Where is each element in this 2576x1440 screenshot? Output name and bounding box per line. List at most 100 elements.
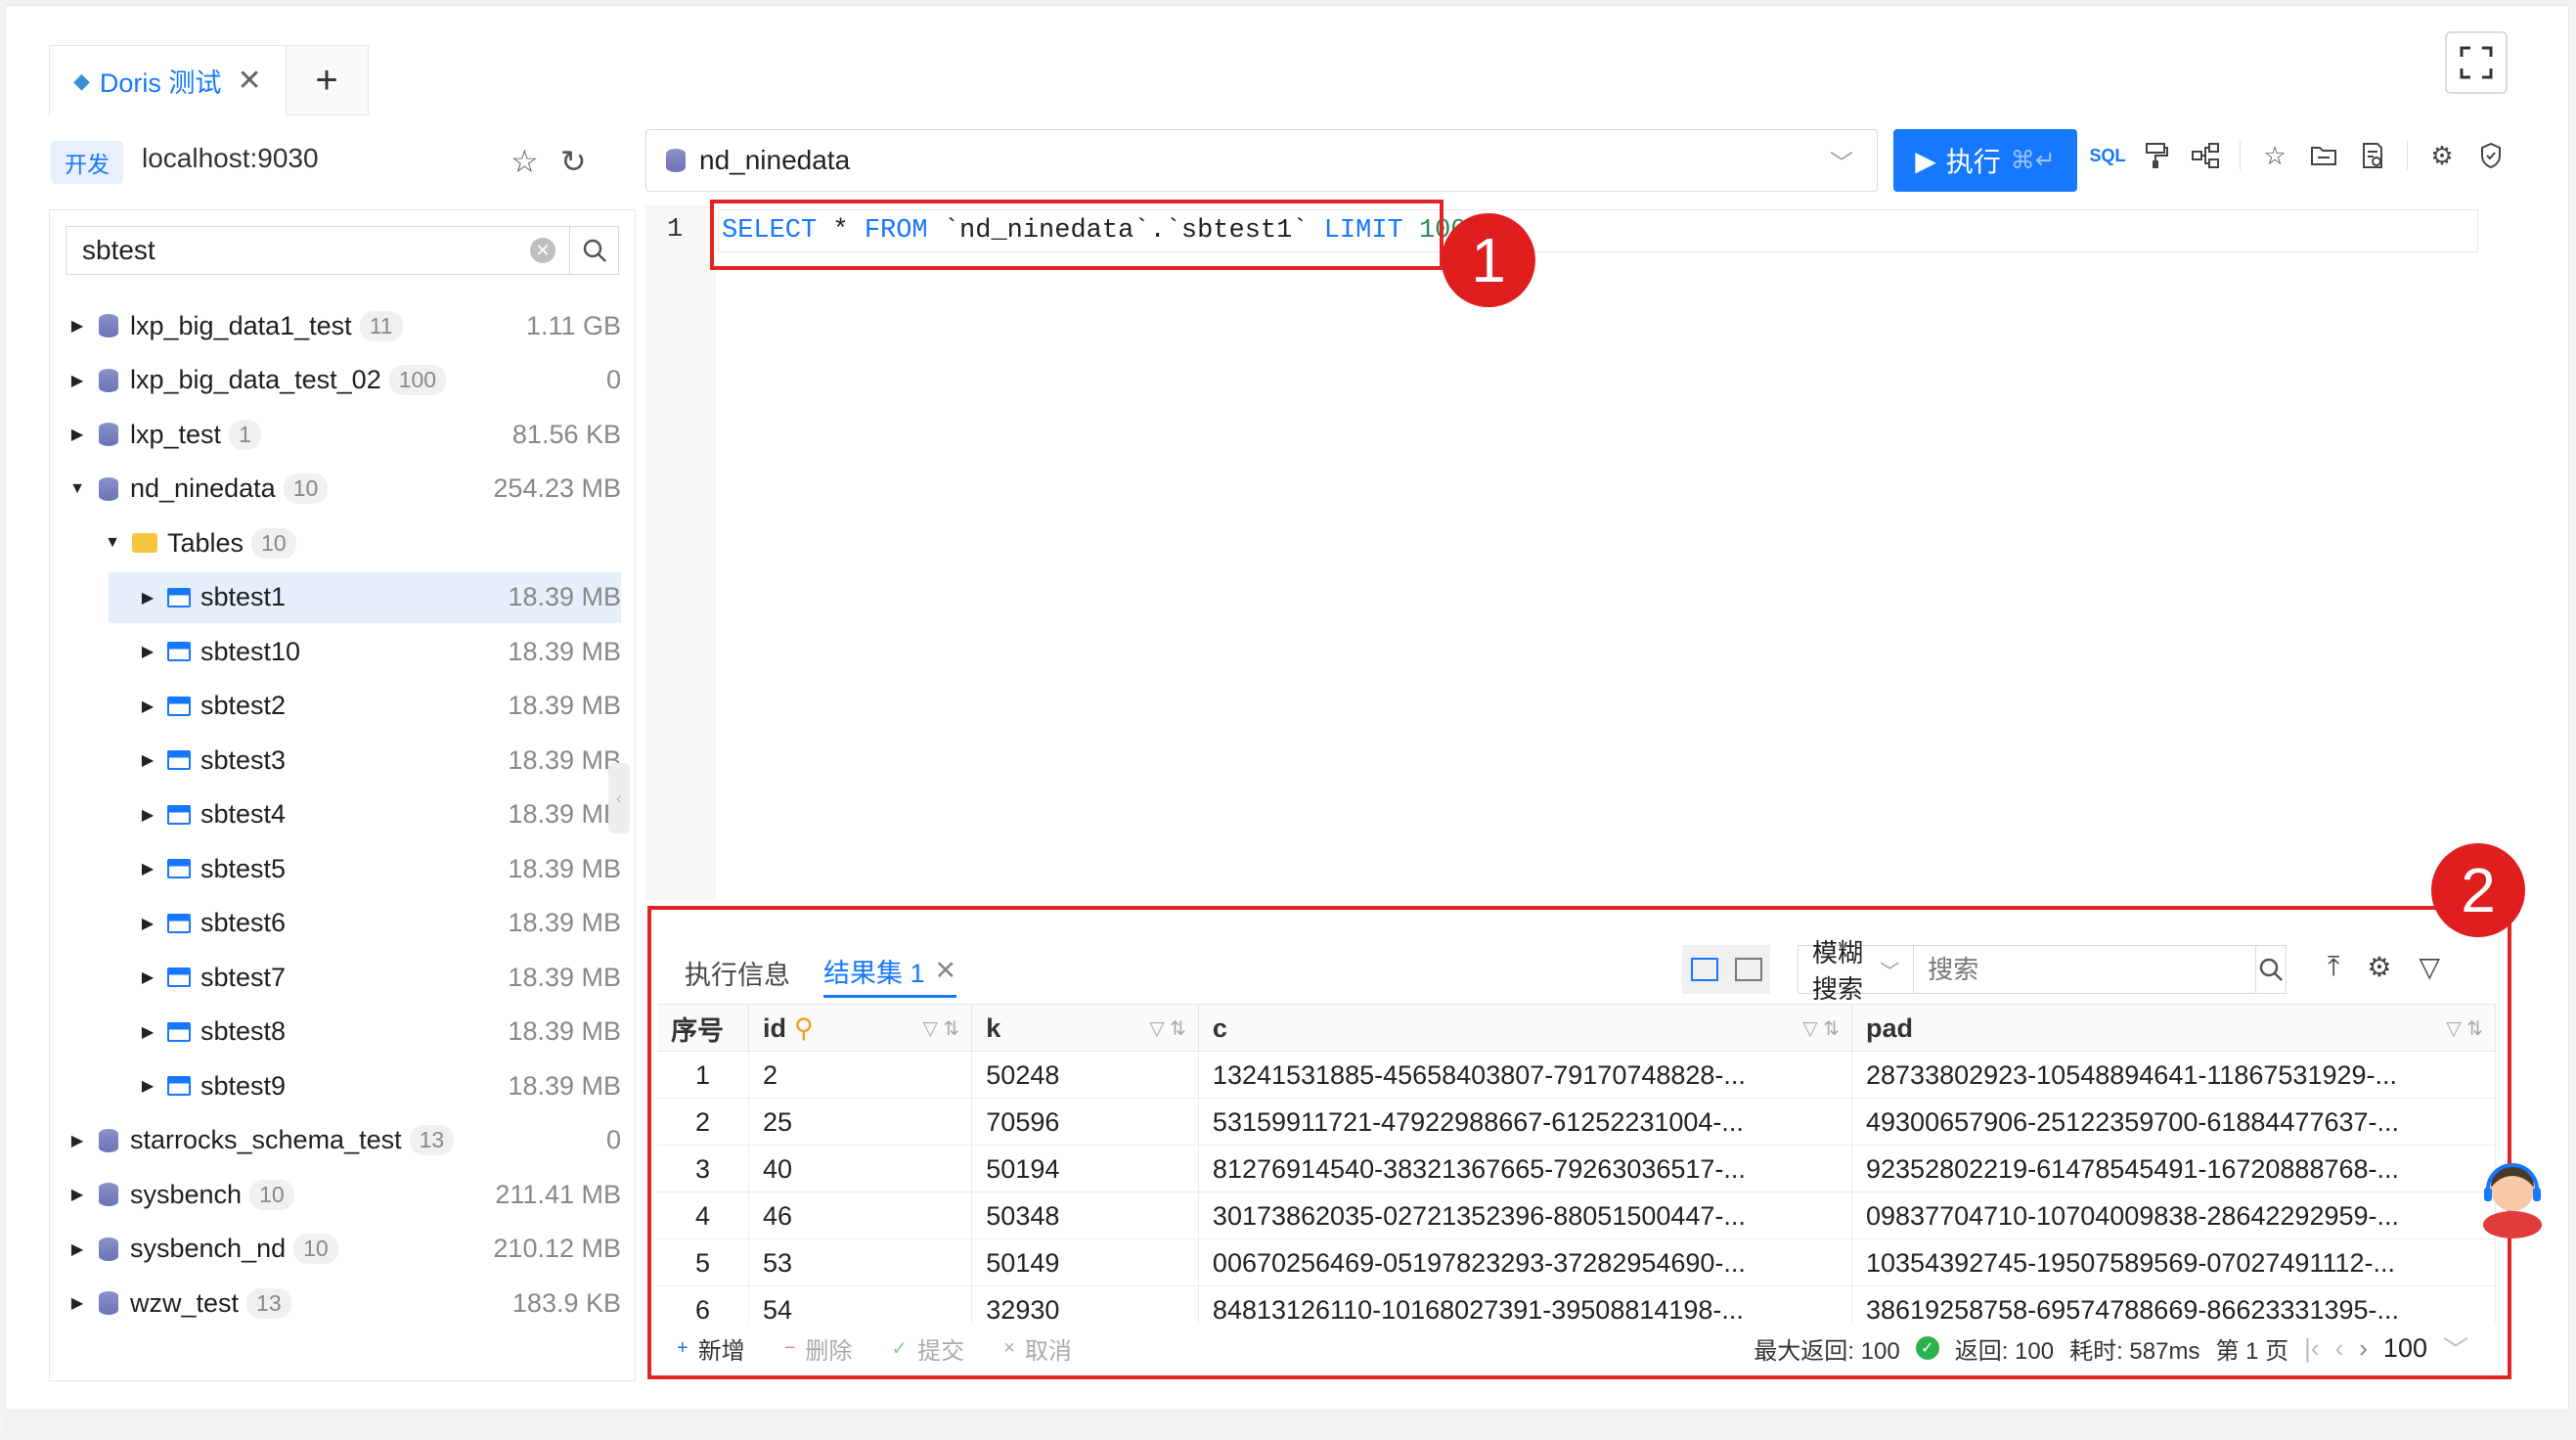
tree-item-lxp-big-data-test-02[interactable]: ▶ lxp_big_data_test_02 100 0	[66, 355, 621, 406]
sql-assist-icon[interactable]: SQL	[2090, 141, 2126, 170]
column-header-index[interactable]: 序号	[657, 1005, 749, 1052]
caret-down-icon[interactable]: ▼	[66, 480, 89, 498]
tree-item-sysbench[interactable]: ▶ sysbench 10 211.41 MB	[66, 1169, 621, 1220]
caret-right-icon[interactable]: ▶	[136, 750, 159, 770]
caret-right-icon[interactable]: ▶	[136, 1022, 159, 1042]
table-cell[interactable]: 50194	[972, 1146, 1199, 1192]
database-select[interactable]: nd_ninedata ﹀	[645, 129, 1878, 192]
tree-item-wzw-test[interactable]: ▶ wzw_test 13 183.9 KB	[66, 1278, 621, 1328]
caret-right-icon[interactable]: ▶	[66, 1185, 89, 1204]
refresh-icon[interactable]: ↻	[560, 143, 587, 180]
export-icon[interactable]: ⤒	[2328, 951, 2339, 983]
table-cell[interactable]: 38619258758-69574788669-86623331395-...	[1852, 1286, 2496, 1323]
caret-right-icon[interactable]: ▶	[66, 371, 89, 390]
table-row[interactable]: 5 53 50149 00670256469-05197823293-37282954…	[657, 1239, 2496, 1286]
first-page-icon[interactable]: |‹	[2304, 1333, 2319, 1364]
table-cell[interactable]: 70596	[972, 1099, 1199, 1146]
settings-gear-icon[interactable]: ⚙	[2367, 951, 2391, 983]
fullscreen-icon[interactable]	[2445, 31, 2508, 94]
tree-item-sbtest8[interactable]: ▶ sbtest8 18.39 MB	[136, 1007, 621, 1058]
caret-right-icon[interactable]: ▶	[66, 425, 89, 444]
table-cell[interactable]: 49300657906-25122359700-61884477637-...	[1852, 1099, 2496, 1146]
caret-right-icon[interactable]: ▶	[136, 697, 159, 716]
table-cell[interactable]: 13241531885-45658403807-79170748828-...	[1199, 1052, 1852, 1099]
table-cell[interactable]: 84813126110-10168027391-39508814198-...	[1199, 1286, 1852, 1323]
table-cell[interactable]: 54	[749, 1286, 973, 1323]
open-folder-icon[interactable]	[2309, 141, 2338, 170]
table-cell[interactable]: 50149	[972, 1239, 1199, 1286]
table-cell[interactable]: 53	[749, 1239, 973, 1286]
table-row[interactable]: 6 54 32930 84813126110-10168027391-39508814…	[657, 1286, 2496, 1323]
filter-sort-icon[interactable]: ▽ ⇅	[923, 1016, 960, 1041]
add-row-button[interactable]: + 新增	[677, 1331, 745, 1366]
tree-item-sbtest4[interactable]: ▶ sbtest4 18.39 MB	[136, 789, 621, 840]
tree-item-sysbench-nd[interactable]: ▶ sysbench_nd 10 210.12 MB	[66, 1224, 621, 1275]
table-cell[interactable]: 50348	[972, 1192, 1199, 1239]
table-cell[interactable]: 2	[749, 1052, 973, 1099]
table-cell[interactable]: 3	[657, 1146, 749, 1192]
panel-splitter[interactable]: ‹	[608, 763, 630, 833]
caret-down-icon[interactable]: ▼	[101, 534, 124, 552]
column-header-k[interactable]: k ▽ ⇅	[972, 1005, 1199, 1052]
table-cell[interactable]: 10354392745-19507589569-07027491112-...	[1852, 1239, 2496, 1286]
tree-item-sbtest1[interactable]: ▶ sbtest1 18.39 MB	[109, 571, 621, 623]
table-cell[interactable]: 6	[657, 1286, 749, 1323]
tree-item-lxp-big-data1-test[interactable]: ▶ lxp_big_data1_test 11 1.11 GB	[66, 300, 621, 351]
sql-editor[interactable]: 1 SELECT * FROM `nd_ninedata`.`sbtest1` …	[645, 205, 2494, 900]
cancel-button[interactable]: × 取消	[1003, 1331, 1072, 1366]
tree-item-sbtest2[interactable]: ▶ sbtest2 18.39 MB	[136, 681, 621, 732]
tab-close-icon[interactable]: ✕	[237, 64, 261, 98]
tree-item-sbtest7[interactable]: ▶ sbtest7 18.39 MB	[136, 952, 621, 1003]
tab-doris-test[interactable]: ◆ Doris 测试 ✕	[49, 45, 287, 115]
table-cell[interactable]: 00670256469-05197823293-37282954690-...	[1199, 1239, 1852, 1286]
table-cell[interactable]: 46	[749, 1192, 973, 1239]
clear-icon[interactable]: ✕	[530, 238, 555, 263]
table-cell[interactable]: 5	[657, 1239, 749, 1286]
tree-item-sbtest3[interactable]: ▶ sbtest3 18.39 MB	[136, 735, 621, 786]
caret-right-icon[interactable]: ▶	[66, 1293, 89, 1313]
tab-result-set-1[interactable]: 结果集 1 ✕	[823, 947, 957, 998]
settings-gear-icon[interactable]: ⚙	[2427, 141, 2457, 170]
table-cell[interactable]: 81276914540-38321367665-79263036517-...	[1199, 1146, 1852, 1192]
history-icon[interactable]	[2358, 141, 2387, 170]
tree-item-starrocks-schema-test[interactable]: ▶ starrocks_schema_test 13 0	[66, 1115, 621, 1166]
grid-view-icon[interactable]	[1690, 958, 1718, 981]
add-tab-button[interactable]: +	[286, 45, 369, 115]
result-search-input[interactable]	[1914, 947, 2256, 992]
caret-right-icon[interactable]: ▶	[136, 805, 159, 825]
tree-item-nd-ninedata[interactable]: ▼ nd_ninedata 10 254.23 MB	[66, 464, 621, 515]
column-header-c[interactable]: c ▽ ⇅	[1199, 1005, 1852, 1052]
caret-right-icon[interactable]: ▶	[136, 968, 159, 987]
filter-sort-icon[interactable]: ▽ ⇅	[1802, 1016, 1840, 1041]
tree-item-sbtest10[interactable]: ▶ sbtest10 18.39 MB	[136, 626, 621, 677]
table-cell[interactable]: 09837704710-10704009838-28642292959-...	[1852, 1192, 2496, 1239]
caret-right-icon[interactable]: ▶	[136, 859, 159, 878]
form-view-icon[interactable]	[1734, 958, 1762, 981]
prev-page-icon[interactable]: ‹	[2335, 1333, 2344, 1364]
table-row[interactable]: 2 25 70596 53159911721-47922988667-61252231…	[657, 1099, 2496, 1146]
tree-item-sbtest5[interactable]: ▶ sbtest5 18.39 MB	[136, 843, 621, 894]
search-icon[interactable]	[2255, 946, 2286, 993]
filter-sort-icon[interactable]: ▽ ⇅	[1149, 1016, 1186, 1041]
search-mode-select[interactable]: 模糊搜索 ﹀	[1799, 938, 1915, 1004]
search-icon[interactable]	[569, 227, 618, 274]
delete-row-button[interactable]: − 删除	[784, 1331, 853, 1366]
favorite-icon[interactable]: ☆	[2260, 141, 2289, 170]
caret-right-icon[interactable]: ▶	[136, 914, 159, 933]
table-cell[interactable]: 53159911721-47922988667-61252231004-...	[1199, 1099, 1852, 1146]
table-cell[interactable]: 2	[657, 1099, 749, 1146]
column-header-pad[interactable]: pad ▽ ⇅	[1852, 1005, 2496, 1052]
caret-right-icon[interactable]: ▶	[66, 1131, 89, 1150]
table-cell[interactable]: 4	[657, 1192, 749, 1239]
table-cell[interactable]: 30173862035-02721352396-88051500447-...	[1199, 1192, 1852, 1239]
star-icon[interactable]: ☆	[511, 143, 539, 180]
table-cell[interactable]: 92352802219-61478545491-16720888768-...	[1852, 1146, 2496, 1192]
format-brush-icon[interactable]	[2142, 141, 2171, 170]
chevron-down-icon[interactable]: ﹀	[2443, 1330, 2468, 1367]
explain-plan-icon[interactable]	[2191, 141, 2220, 170]
page-size-select[interactable]: 100	[2383, 1333, 2427, 1364]
caret-right-icon[interactable]: ▶	[66, 316, 89, 336]
table-cell[interactable]: 50248	[972, 1052, 1199, 1099]
tree-item-lxp-test[interactable]: ▶ lxp_test 1 81.56 KB	[66, 409, 621, 460]
table-row[interactable]: 1 2 50248 13241531885-45658403807-791707488…	[657, 1052, 2496, 1099]
